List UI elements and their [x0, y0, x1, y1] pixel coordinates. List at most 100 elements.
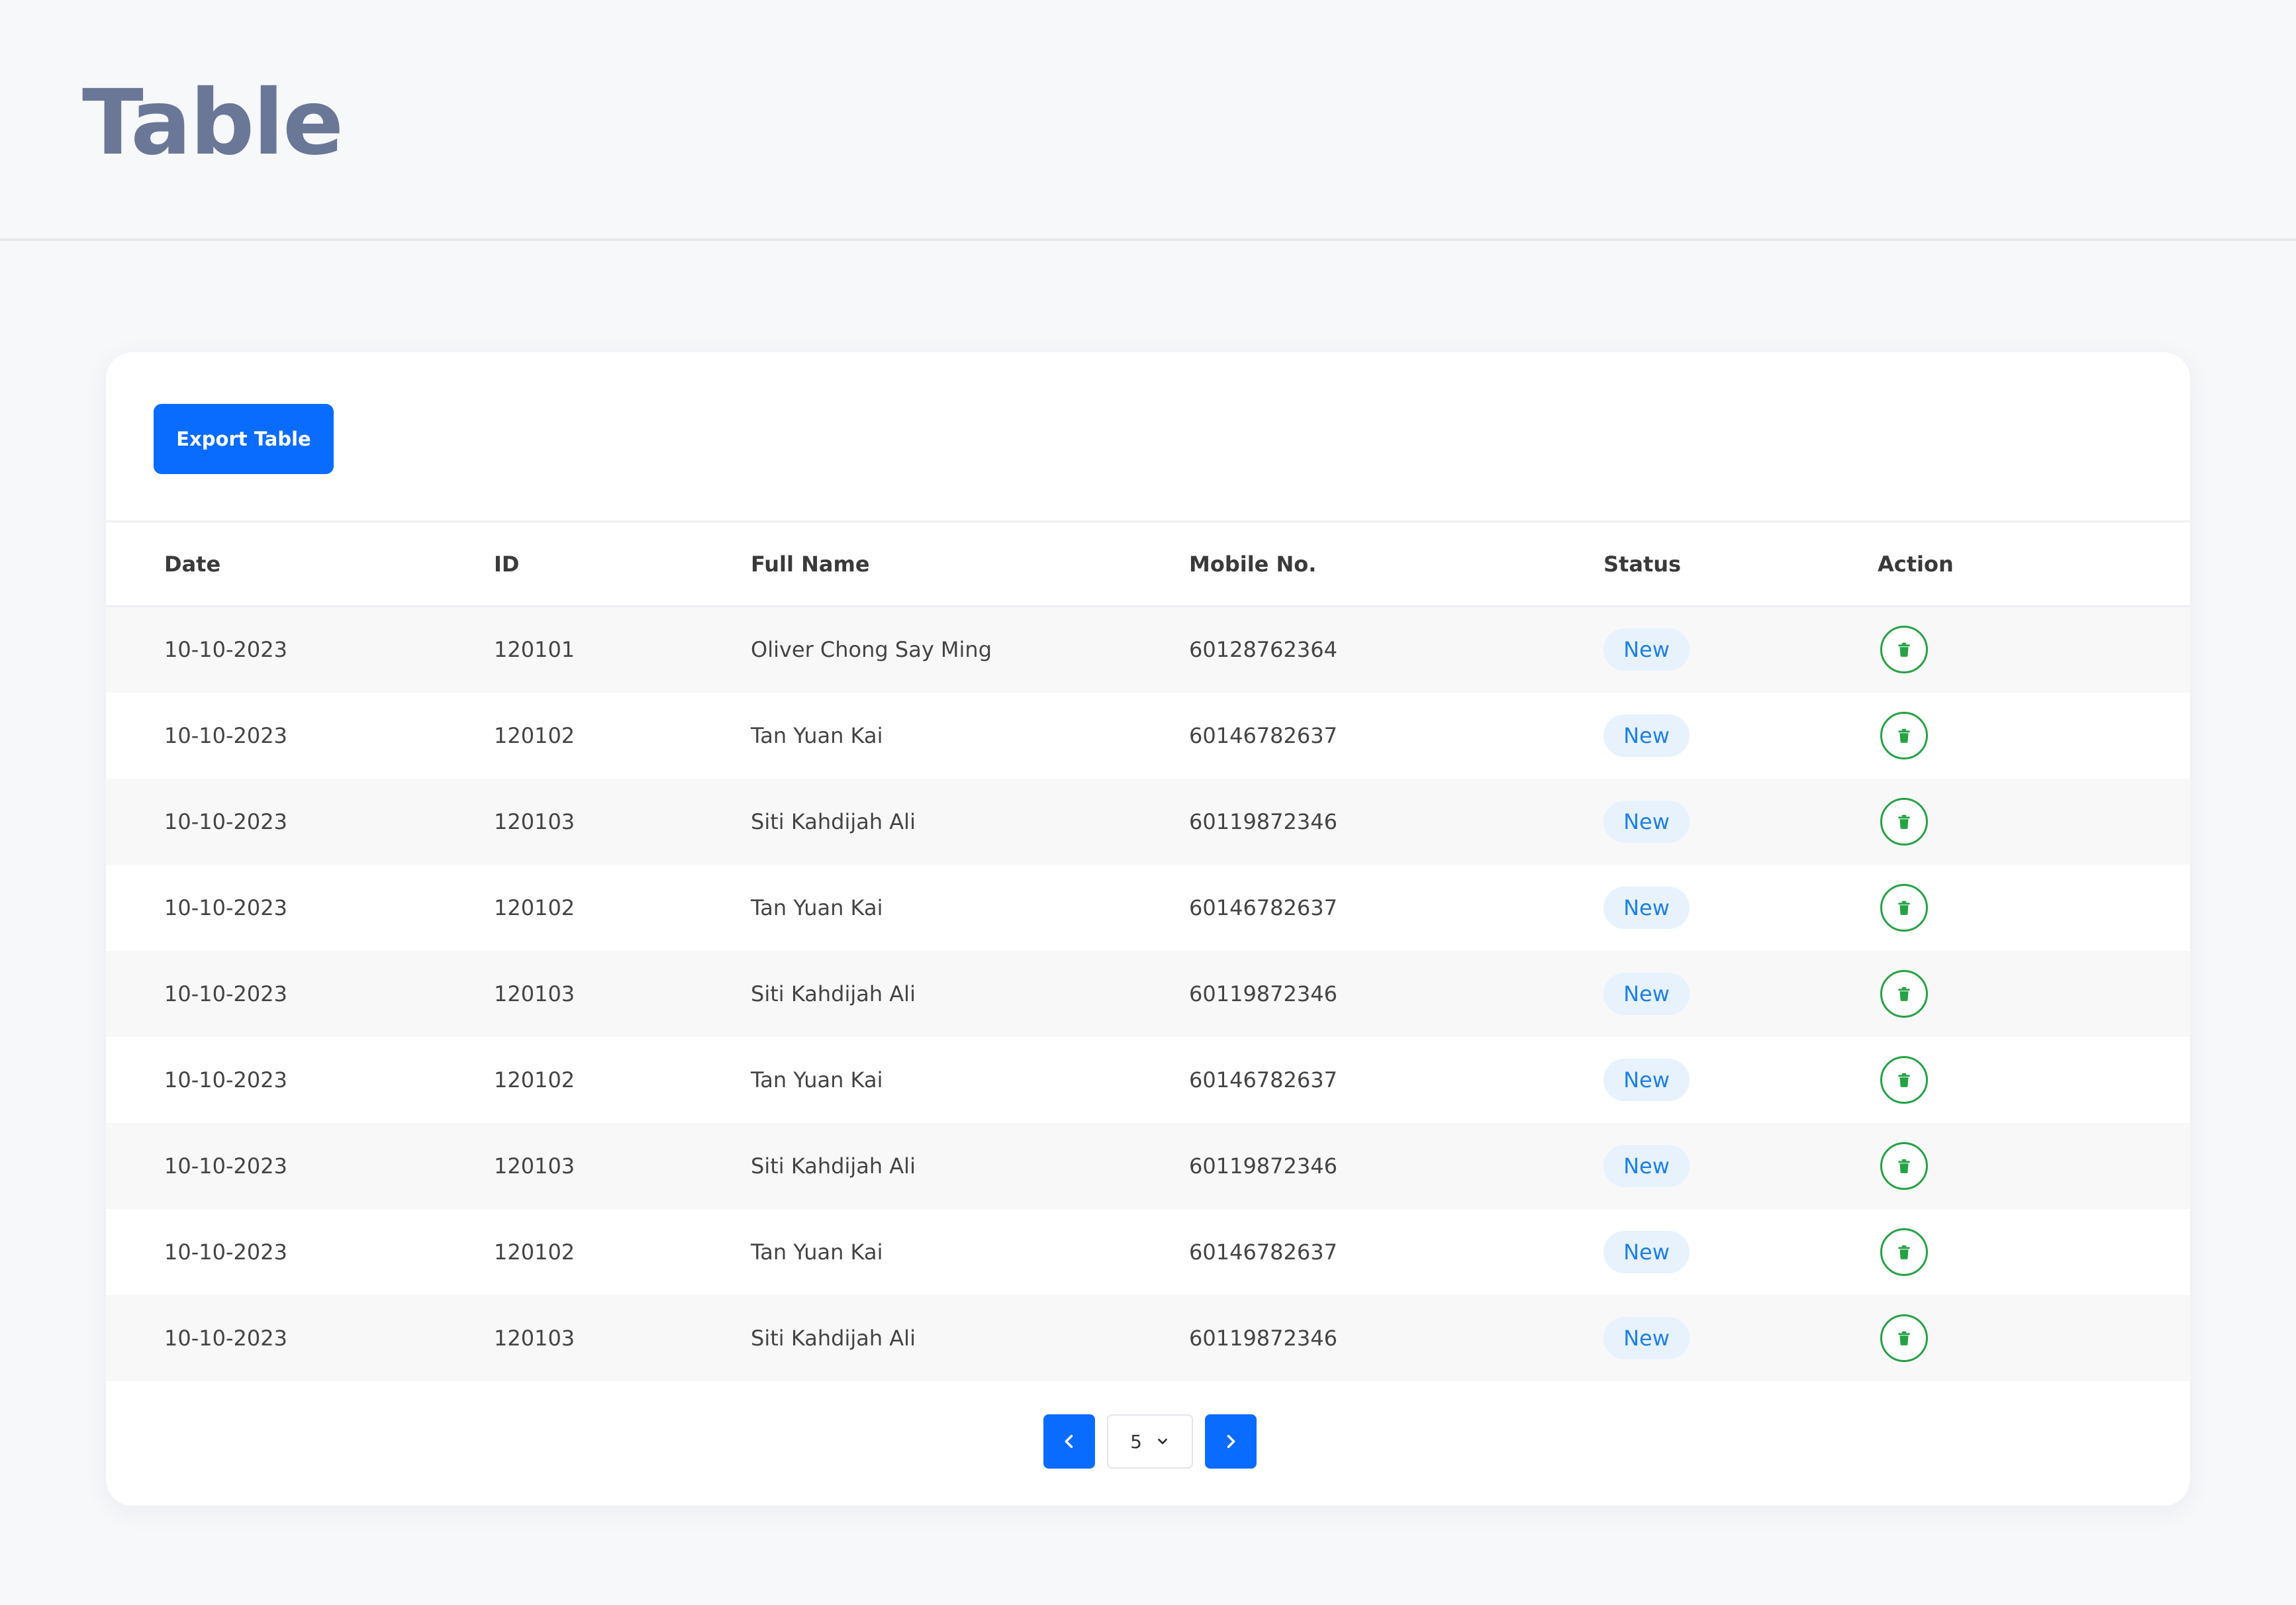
delete-button[interactable] — [1880, 711, 1928, 759]
page-header: Table — [0, 0, 2296, 241]
page-title: Table — [82, 71, 344, 175]
cell-full-name: Siti Kahdijah Ali — [751, 1153, 916, 1179]
table-body: 10-10-2023 120101 Oliver Chong Say Ming … — [106, 606, 2190, 1381]
table-card: Export Table Date ID Full Name Mobile No… — [106, 352, 2190, 1506]
cell-action — [1878, 1209, 2190, 1295]
cell-date: 10-10-2023 — [164, 1239, 287, 1265]
delete-button[interactable] — [1880, 797, 1928, 846]
cell-status: New — [1603, 865, 1878, 951]
cell-status: New — [1603, 951, 1878, 1037]
status-badge: New — [1603, 800, 1690, 843]
table-row: 10-10-2023 120103 Siti Kahdijah Ali 6011… — [106, 778, 2190, 865]
cell-action — [1878, 779, 2190, 865]
cell-action — [1878, 1037, 2190, 1123]
cell-mobile: 60146782637 — [1189, 722, 1337, 748]
delete-button[interactable] — [1880, 626, 1928, 674]
column-header-date[interactable]: Date — [106, 521, 494, 607]
cell-date: 10-10-2023 — [164, 808, 287, 834]
status-badge: New — [1603, 972, 1690, 1015]
cell-date: 10-10-2023 — [164, 1067, 287, 1093]
table-header-row: Date ID Full Name Mobile No. Status Acti… — [106, 521, 2190, 607]
trash-icon — [1898, 900, 1910, 915]
status-badge: New — [1603, 1058, 1690, 1101]
status-badge: New — [1603, 714, 1690, 757]
cell-action — [1878, 865, 2190, 951]
table-row: 10-10-2023 120102 Tan Yuan Kai 601467826… — [106, 1208, 2190, 1295]
chevron-right-icon — [1227, 1435, 1235, 1448]
delete-button[interactable] — [1880, 1142, 1928, 1190]
cell-action — [1878, 1295, 2190, 1381]
cell-status: New — [1603, 779, 1878, 865]
cell-full-name: Tan Yuan Kai — [751, 1067, 883, 1093]
cell-id: 120103 — [494, 1153, 575, 1179]
column-header-mobile[interactable]: Mobile No. — [1189, 521, 1603, 607]
next-page-button[interactable] — [1205, 1414, 1257, 1469]
chevron-down-icon — [1158, 1438, 1167, 1445]
chevron-left-icon — [1065, 1435, 1073, 1448]
cell-mobile: 60119872346 — [1189, 981, 1337, 1006]
cell-id: 120103 — [494, 808, 575, 834]
status-badge: New — [1603, 886, 1690, 929]
status-badge: New — [1603, 628, 1690, 671]
table-row: 10-10-2023 120102 Tan Yuan Kai 601467826… — [106, 864, 2190, 951]
delete-button[interactable] — [1880, 1314, 1928, 1362]
cell-id: 120102 — [494, 895, 575, 920]
cell-date: 10-10-2023 — [164, 722, 287, 748]
page-size-select[interactable]: 5 — [1107, 1414, 1193, 1469]
column-header-status[interactable]: Status — [1603, 521, 1878, 607]
cell-full-name: Siti Kahdijah Ali — [751, 808, 916, 834]
table-row: 10-10-2023 120103 Siti Kahdijah Ali 6011… — [106, 1294, 2190, 1381]
cell-action — [1878, 693, 2190, 779]
cell-action — [1878, 607, 2190, 693]
trash-icon — [1898, 1331, 1910, 1345]
trash-icon — [1898, 642, 1910, 657]
cell-status: New — [1603, 1209, 1878, 1295]
table-row: 10-10-2023 120102 Tan Yuan Kai 601467826… — [106, 692, 2190, 779]
cell-status: New — [1603, 1123, 1878, 1209]
cell-id: 120103 — [494, 981, 575, 1006]
column-header-id[interactable]: ID — [494, 521, 751, 607]
cell-id: 120102 — [494, 1067, 575, 1093]
delete-button[interactable] — [1880, 883, 1928, 932]
previous-page-button[interactable] — [1043, 1414, 1095, 1469]
cell-status: New — [1603, 1295, 1878, 1381]
cell-date: 10-10-2023 — [164, 981, 287, 1006]
table-row: 10-10-2023 120101 Oliver Chong Say Ming … — [106, 606, 2190, 693]
cell-full-name: Siti Kahdijah Ali — [751, 981, 916, 1006]
delete-button[interactable] — [1880, 969, 1928, 1018]
cell-full-name: Oliver Chong Say Ming — [751, 637, 992, 663]
delete-button[interactable] — [1880, 1228, 1928, 1276]
cell-mobile: 60128762364 — [1189, 637, 1337, 663]
column-header-full-name[interactable]: Full Name — [751, 521, 1189, 607]
cell-action — [1878, 1123, 2190, 1209]
cell-date: 10-10-2023 — [164, 637, 287, 663]
column-header-action: Action — [1878, 521, 2190, 607]
status-badge: New — [1603, 1144, 1690, 1187]
delete-button[interactable] — [1880, 1055, 1928, 1104]
cell-full-name: Tan Yuan Kai — [751, 722, 883, 748]
cell-date: 10-10-2023 — [164, 895, 287, 920]
cell-id: 120101 — [494, 637, 575, 663]
table-row: 10-10-2023 120103 Siti Kahdijah Ali 6011… — [106, 950, 2190, 1037]
trash-icon — [1898, 987, 1910, 1001]
cell-full-name: Siti Kahdijah Ali — [751, 1325, 916, 1351]
cell-id: 120103 — [494, 1325, 575, 1351]
cell-id: 120102 — [494, 1239, 575, 1265]
trash-icon — [1898, 1159, 1910, 1173]
trash-icon — [1898, 1073, 1910, 1087]
cell-mobile: 60119872346 — [1189, 1153, 1337, 1179]
cell-date: 10-10-2023 — [164, 1325, 287, 1351]
cell-status: New — [1603, 1037, 1878, 1123]
status-badge: New — [1603, 1316, 1690, 1359]
cell-status: New — [1603, 693, 1878, 779]
export-table-button[interactable]: Export Table — [154, 404, 334, 474]
pagination: 5 — [1043, 1414, 1257, 1469]
cell-mobile: 60146782637 — [1189, 1067, 1337, 1093]
cell-action — [1878, 951, 2190, 1037]
cell-date: 10-10-2023 — [164, 1153, 287, 1179]
cell-mobile: 60146782637 — [1189, 1239, 1337, 1265]
cell-full-name: Tan Yuan Kai — [751, 1239, 883, 1265]
trash-icon — [1898, 814, 1910, 829]
status-badge: New — [1603, 1230, 1690, 1273]
page-size-value: 5 — [1130, 1430, 1142, 1453]
